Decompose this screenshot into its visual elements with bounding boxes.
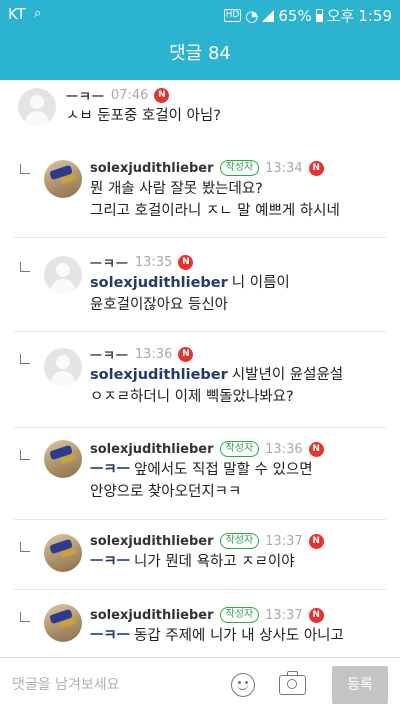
comment-text: solexjudithlieber 시발년이 윤설윤설 ㅇㅈㄹ하더니 이제 삑돌았…: [90, 367, 344, 405]
avatar[interactable]: [44, 440, 82, 478]
avatar[interactable]: [18, 88, 56, 126]
reply-item[interactable]: solexjudithlieber 작성자 13:34 N 뭔 개솔 사람 잘못…: [0, 146, 400, 238]
comment-author[interactable]: solexjudithlieber: [90, 534, 214, 549]
divider: [14, 589, 386, 590]
hd-voice-icon: HD: [223, 9, 242, 22]
divider: [14, 331, 386, 332]
emoji-icon[interactable]: [231, 673, 255, 697]
new-badge: N: [308, 607, 324, 623]
mention[interactable]: solexjudithlieber: [90, 275, 228, 291]
author-badge: 작성자: [219, 607, 260, 623]
page-title: 댓글 84: [0, 28, 400, 80]
signal-icon: [262, 9, 275, 22]
reply-arrow-icon: [20, 450, 30, 460]
battery-percent: 65%: [278, 6, 312, 25]
author-badge: 작성자: [219, 533, 260, 549]
camera-icon[interactable]: [279, 671, 306, 695]
reply-item[interactable]: ㅡㅋㅡ 13:35 N solexjudithlieber 니 이름이 윤호걸이잖…: [0, 240, 400, 332]
comment-text: 뭔 개솔 사람 잘못 봤는데요? 그리고 호걸이라니 ㅈㄴ 말 예쁘게 하시네: [90, 181, 340, 219]
reply-arrow-icon: [20, 612, 30, 622]
comment-time: 07:46: [110, 87, 149, 103]
new-badge: N: [308, 533, 324, 549]
reply-arrow-icon: [20, 262, 30, 272]
reply-item[interactable]: solexjudithlieber 작성자 13:36 N ㅡㅋㅡ 앞에서도 직접…: [0, 430, 400, 520]
mention[interactable]: ㅡㅋㅡ: [90, 554, 130, 570]
comment-time: 13:36: [134, 346, 173, 362]
clock: 1:59: [358, 6, 392, 25]
divider: [14, 237, 386, 238]
comment-author[interactable]: solexjudithlieber: [90, 161, 214, 176]
new-badge: N: [308, 441, 324, 457]
reply-item[interactable]: ㅡㅋㅡ 13:36 N solexjudithlieber 시발년이 윤설윤설 ㅇ…: [0, 334, 400, 428]
carrier-label: KT: [8, 5, 26, 23]
author-badge: 작성자: [219, 441, 260, 457]
mention[interactable]: ㅡㅋㅡ: [90, 462, 130, 478]
avatar[interactable]: [44, 604, 82, 642]
comment-time: 13:34: [265, 160, 303, 176]
mention[interactable]: ㅡㅋㅡ: [90, 628, 130, 644]
comment-time: 13:37: [265, 607, 303, 623]
comment-item[interactable]: ㅡㅋㅡ 07:46 N ㅅㅂ 둔포중 호걸이 아님?: [0, 80, 400, 138]
comment-text: ㅅㅂ 둔포중 호걸이 아님?: [66, 108, 221, 124]
comment-time: 13:35: [134, 254, 173, 270]
comment-author[interactable]: solexjudithlieber: [90, 608, 214, 623]
comment-input[interactable]: 댓글을 남겨보세요: [12, 674, 120, 694]
comment-list[interactable]: ㅡㅋㅡ 07:46 N ㅅㅂ 둔포중 호걸이 아님? solexjudithli…: [0, 80, 400, 657]
comment-text: ㅡㅋㅡ 앞에서도 직접 말할 수 있으면 안양으로 찾아오던지ㅋㅋ: [90, 462, 313, 500]
comment-text: solexjudithlieber 니 이름이 윤호걸이잖아요 등신아: [90, 275, 290, 313]
avatar[interactable]: [44, 256, 82, 294]
mention[interactable]: solexjudithlieber: [90, 367, 228, 383]
comment-author[interactable]: ㅡㅋㅡ: [66, 86, 105, 105]
avatar[interactable]: [44, 534, 82, 572]
battery-icon: [315, 9, 323, 22]
reply-arrow-icon: [20, 354, 30, 364]
wifi-icon: ◔: [245, 6, 259, 25]
new-badge: N: [308, 160, 324, 176]
avatar[interactable]: [44, 348, 82, 386]
comment-time: 13:37: [265, 533, 303, 549]
divider: [14, 427, 386, 428]
reply-arrow-icon: [20, 164, 30, 174]
avatar[interactable]: [44, 160, 82, 198]
reply-item[interactable]: solexjudithlieber 작성자 13:37 N ㅡㅋㅡ 니가 뭔데 욕…: [0, 522, 400, 590]
search-icon: ⌕: [34, 6, 42, 21]
comment-author[interactable]: ㅡㅋㅡ: [90, 253, 129, 272]
reply-arrow-icon: [20, 542, 30, 552]
reply-item[interactable]: solexjudithlieber 작성자 13:37 N ㅡㅋㅡ 동갑 주제에 …: [0, 592, 400, 657]
comment-author[interactable]: ㅡㅋㅡ: [90, 345, 129, 364]
new-badge: N: [178, 254, 194, 270]
status-bar: KT ⌕ HD ◔ 65% 오후 1:59: [0, 0, 400, 28]
comment-input-bar: 댓글을 남겨보세요 등록: [0, 657, 400, 711]
status-right: HD ◔ 65% 오후 1:59: [223, 5, 392, 26]
comment-time: 13:36: [265, 441, 303, 457]
new-badge: N: [154, 87, 170, 103]
submit-button[interactable]: 등록: [332, 666, 388, 704]
author-badge: 작성자: [219, 160, 260, 176]
new-badge: N: [178, 346, 194, 362]
comment-text: ㅡㅋㅡ 동갑 주제에 니가 내 상사도 아니고: [90, 628, 344, 644]
ampm-label: 오후: [326, 7, 355, 25]
comment-author[interactable]: solexjudithlieber: [90, 442, 214, 457]
comment-text: ㅡㅋㅡ 니가 뭔데 욕하고 ㅈㄹ이야: [90, 554, 295, 570]
divider: [14, 519, 386, 520]
